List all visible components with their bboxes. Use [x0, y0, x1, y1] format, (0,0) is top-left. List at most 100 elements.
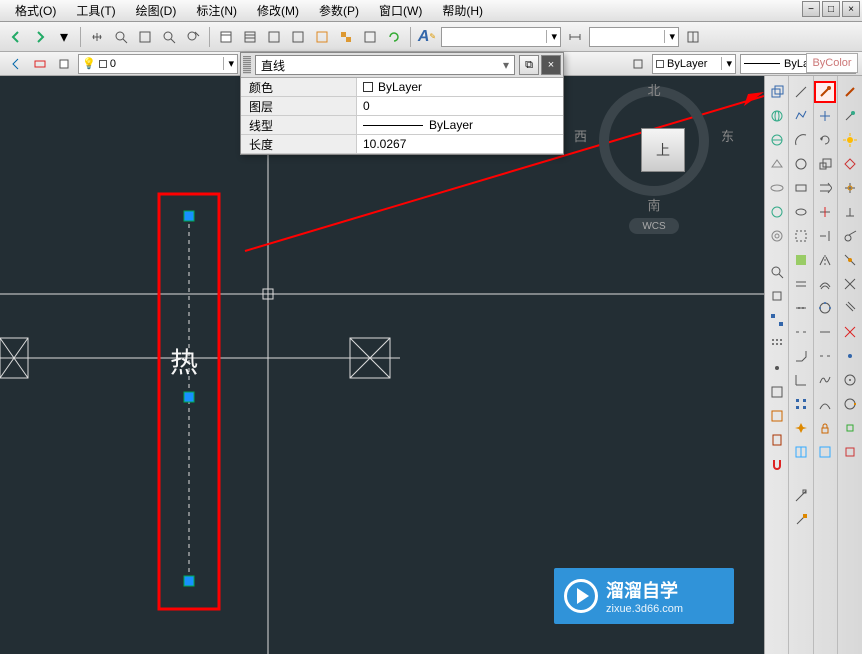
- quickselect-icon[interactable]: ⧉: [519, 55, 539, 75]
- nearest-icon[interactable]: [839, 249, 861, 271]
- rotate-icon[interactable]: [814, 129, 836, 151]
- zoom-rt-icon[interactable]: [766, 261, 788, 283]
- scale-icon[interactable]: [814, 153, 836, 175]
- pan-icon[interactable]: [86, 26, 108, 48]
- text-style-combo[interactable]: ▾: [441, 27, 561, 47]
- extend-icon[interactable]: [814, 225, 836, 247]
- perp-icon[interactable]: [839, 201, 861, 223]
- globe-icon[interactable]: [766, 105, 788, 127]
- pickbox-icon[interactable]: [766, 285, 788, 307]
- views-icon[interactable]: [790, 441, 812, 463]
- prop-layer-value[interactable]: 0: [357, 97, 563, 115]
- ellipse2-icon[interactable]: [790, 201, 812, 223]
- menu-annotate[interactable]: 标注(N): [186, 0, 247, 21]
- view-cube[interactable]: 上 北 南 东 西 WCS: [594, 86, 714, 226]
- move-icon[interactable]: [814, 105, 836, 127]
- close-button[interactable]: ×: [842, 1, 860, 17]
- prop-length-value[interactable]: 10.0267: [357, 135, 563, 153]
- center-icon[interactable]: [839, 369, 861, 391]
- panel-grip-icon[interactable]: [243, 56, 251, 74]
- panel-close-icon[interactable]: ×: [541, 55, 561, 75]
- donut-icon[interactable]: [766, 225, 788, 247]
- explode-icon[interactable]: [790, 417, 812, 439]
- layer-match-icon[interactable]: [29, 53, 51, 75]
- table-style-icon[interactable]: [682, 26, 704, 48]
- mirror-icon[interactable]: [814, 249, 836, 271]
- dim-style-icon[interactable]: [564, 26, 586, 48]
- sphere-icon[interactable]: [766, 201, 788, 223]
- back-icon[interactable]: [5, 26, 27, 48]
- rectangle-icon[interactable]: [790, 177, 812, 199]
- stretch-icon[interactable]: [814, 177, 836, 199]
- node-icon[interactable]: [839, 345, 861, 367]
- tool-palettes-icon[interactable]: [287, 26, 309, 48]
- layer-square-icon[interactable]: [53, 53, 75, 75]
- mline-icon[interactable]: [790, 273, 812, 295]
- arc-icon[interactable]: [790, 129, 812, 151]
- tangent-icon[interactable]: [839, 225, 861, 247]
- menu-help[interactable]: 帮助(H): [432, 0, 493, 21]
- properties-icon[interactable]: [215, 26, 237, 48]
- refresh-icon[interactable]: [383, 26, 405, 48]
- spline-icon[interactable]: [814, 369, 836, 391]
- zoom-window-icon[interactable]: [134, 26, 156, 48]
- menu-format[interactable]: 格式(O): [5, 0, 66, 21]
- forward-icon[interactable]: [29, 26, 51, 48]
- zoom-prev-icon[interactable]: [182, 26, 204, 48]
- region-icon[interactable]: [766, 381, 788, 403]
- offset-icon[interactable]: [814, 273, 836, 295]
- view-cube-top[interactable]: 上: [641, 128, 685, 172]
- proj-icon[interactable]: [766, 153, 788, 175]
- sun-icon[interactable]: [839, 129, 861, 151]
- calc-icon[interactable]: [359, 26, 381, 48]
- break2-icon[interactable]: [814, 345, 836, 367]
- lockview-icon[interactable]: [814, 417, 836, 439]
- menu-window[interactable]: 窗口(W): [369, 0, 432, 21]
- apparent-icon[interactable]: [839, 273, 861, 295]
- layer-combo[interactable]: 💡 0 ▾: [78, 54, 238, 74]
- divide-icon[interactable]: [790, 297, 812, 319]
- osnap-icon[interactable]: [839, 417, 861, 439]
- break-icon[interactable]: [790, 321, 812, 343]
- trim-icon[interactable]: [814, 201, 836, 223]
- globe2-icon[interactable]: [766, 129, 788, 151]
- brush-icon[interactable]: [839, 81, 861, 103]
- bycolor-button[interactable]: ByColor: [806, 53, 858, 73]
- clip-icon[interactable]: [790, 225, 812, 247]
- grips-icon[interactable]: [766, 309, 788, 331]
- entity-type-combo[interactable]: 直线 ▾: [255, 55, 515, 75]
- grid-icon[interactable]: [263, 26, 285, 48]
- eyedrop-icon[interactable]: [839, 105, 861, 127]
- lengthen-tool-icon[interactable]: [814, 81, 836, 103]
- menu-tools[interactable]: 工具(T): [66, 0, 125, 21]
- layer-prev-icon[interactable]: [5, 53, 27, 75]
- osnap2-icon[interactable]: [839, 441, 861, 463]
- point-icon[interactable]: [766, 357, 788, 379]
- zoom-in-icon[interactable]: [110, 26, 132, 48]
- quadrant-icon[interactable]: [839, 393, 861, 415]
- prop-linetype-value[interactable]: ByLayer: [357, 116, 563, 134]
- refmgr-icon[interactable]: [311, 26, 333, 48]
- magnet-icon[interactable]: [766, 453, 788, 475]
- hatch-icon[interactable]: [790, 249, 812, 271]
- circle-icon[interactable]: [790, 153, 812, 175]
- array-icon[interactable]: [790, 393, 812, 415]
- ellipse-icon[interactable]: [766, 177, 788, 199]
- join-icon[interactable]: [814, 321, 836, 343]
- menu-modify[interactable]: 修改(M): [247, 0, 309, 21]
- layers-icon[interactable]: [239, 26, 261, 48]
- properties-panel[interactable]: 直线 ▾ ⧉ × 颜色 ByLayer 图层 0 线型 ByLayer: [240, 52, 564, 155]
- menu-params[interactable]: 参数(P): [309, 0, 369, 21]
- arraypolar-icon[interactable]: [814, 297, 836, 319]
- curve-icon[interactable]: [814, 393, 836, 415]
- intersect-icon[interactable]: [839, 321, 861, 343]
- parallel-icon[interactable]: [839, 297, 861, 319]
- minimize-button[interactable]: −: [802, 1, 820, 17]
- diamond-icon[interactable]: [839, 153, 861, 175]
- matchprop-icon[interactable]: [790, 509, 812, 531]
- fillet-icon[interactable]: [790, 369, 812, 391]
- blocks-icon[interactable]: [335, 26, 357, 48]
- prop-color-value[interactable]: ByLayer: [357, 78, 563, 96]
- zoom-extents-icon[interactable]: [158, 26, 180, 48]
- color-combo[interactable]: ByLayer ▾: [652, 54, 736, 74]
